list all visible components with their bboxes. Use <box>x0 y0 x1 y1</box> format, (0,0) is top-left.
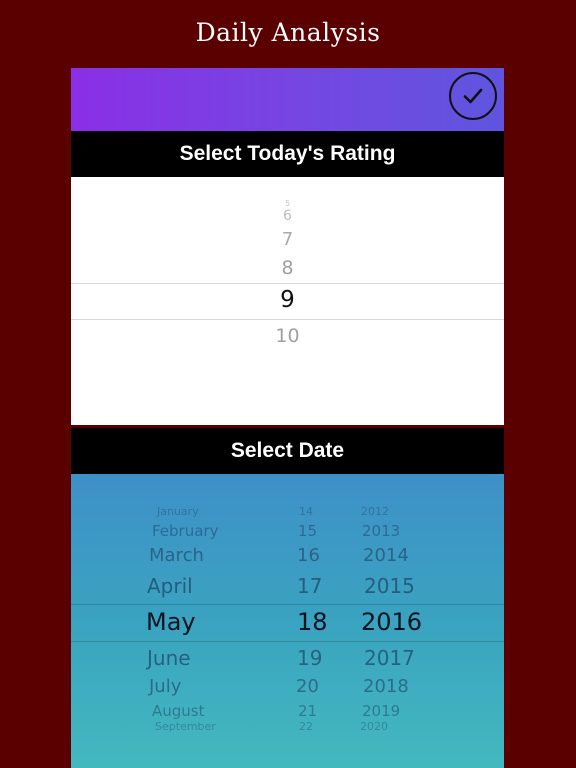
day-option-selected[interactable]: 18 <box>297 608 328 636</box>
month-option[interactable]: September <box>155 720 216 733</box>
day-option[interactable]: 16 <box>297 545 320 566</box>
top-bar <box>71 68 504 131</box>
day-option[interactable]: 14 <box>299 505 313 518</box>
day-option[interactable]: 17 <box>297 574 322 598</box>
rating-selection-top-line <box>71 283 504 284</box>
date-picker[interactable]: January February March April May June Ju… <box>71 474 504 768</box>
app-title: Daily Analysis <box>195 18 381 47</box>
confirm-button[interactable] <box>449 72 497 120</box>
date-header: Select Date <box>71 428 504 474</box>
month-option[interactable]: February <box>152 522 218 540</box>
year-option-selected[interactable]: 2016 <box>361 608 422 636</box>
month-option[interactable]: January <box>157 505 199 518</box>
rating-option[interactable]: 8 <box>71 257 504 279</box>
year-option[interactable]: 2017 <box>364 646 415 670</box>
year-option[interactable]: 2019 <box>362 702 400 720</box>
year-option[interactable]: 2012 <box>361 505 389 518</box>
rating-option[interactable]: 10 <box>71 325 504 347</box>
year-option[interactable]: 2015 <box>364 574 415 598</box>
rating-option[interactable]: 7 <box>71 229 504 250</box>
rating-option[interactable]: 6 <box>71 208 504 224</box>
day-option[interactable]: 19 <box>297 646 322 670</box>
month-option[interactable]: April <box>147 574 193 598</box>
date-selection-top-line <box>71 604 504 605</box>
rating-option[interactable]: 5 <box>71 199 504 208</box>
date-selection-bottom-line <box>71 641 504 642</box>
main-panel: Select Today's Rating 5 6 7 8 9 10 Selec… <box>71 68 504 768</box>
year-option[interactable]: 2013 <box>362 522 400 540</box>
year-option[interactable]: 2014 <box>363 545 409 566</box>
month-option[interactable]: August <box>152 702 205 720</box>
month-option[interactable]: July <box>149 676 181 697</box>
rating-selection-bottom-line <box>71 319 504 320</box>
month-option[interactable]: March <box>149 545 204 566</box>
month-option-selected[interactable]: May <box>146 608 196 636</box>
rating-picker[interactable]: 5 6 7 8 9 10 <box>71 177 504 425</box>
rating-header: Select Today's Rating <box>71 131 504 177</box>
day-option[interactable]: 22 <box>299 720 313 733</box>
day-option[interactable]: 21 <box>298 702 317 720</box>
checkmark-icon <box>463 88 483 104</box>
year-option[interactable]: 2020 <box>360 720 388 733</box>
month-option[interactable]: June <box>147 646 191 670</box>
year-option[interactable]: 2018 <box>363 676 409 697</box>
day-option[interactable]: 15 <box>298 522 317 540</box>
day-option[interactable]: 20 <box>296 676 319 697</box>
rating-option-selected[interactable]: 9 <box>71 287 504 313</box>
